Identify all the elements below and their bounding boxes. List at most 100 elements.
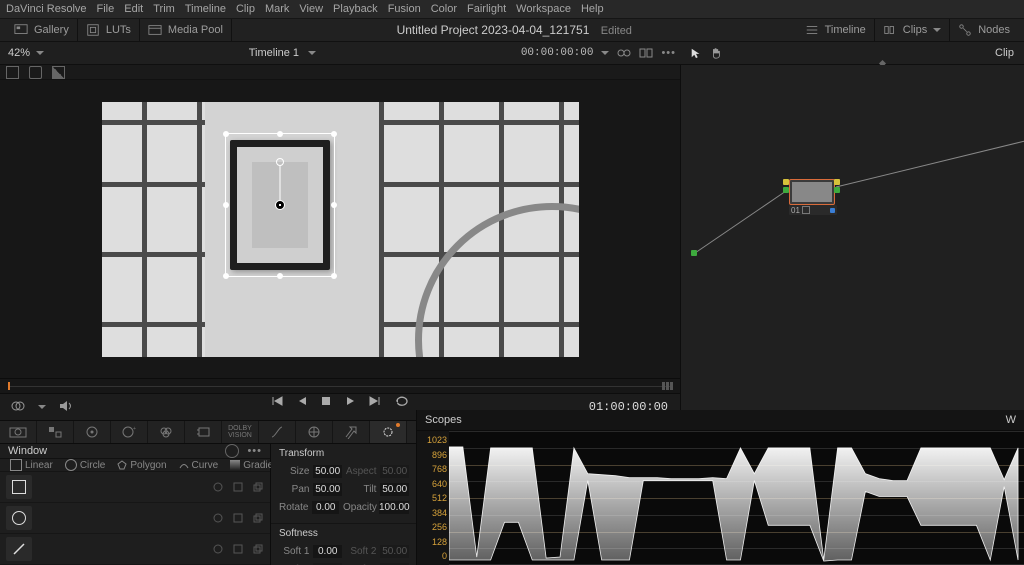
curves-icon[interactable]: [259, 421, 296, 443]
curve-shape-button[interactable]: Curve: [175, 460, 223, 471]
tilt-field[interactable]: 50.00: [380, 483, 409, 496]
menu-workspace[interactable]: Workspace: [516, 3, 571, 15]
menu-color[interactable]: Color: [431, 3, 457, 15]
node-out-alpha-connector[interactable]: [834, 179, 840, 185]
power-window-mask[interactable]: [225, 133, 335, 277]
node-number: 01: [791, 206, 800, 215]
shape-item-circle[interactable]: [0, 503, 270, 534]
color-wheels-icon[interactable]: [74, 421, 111, 443]
menu-trim[interactable]: Trim: [153, 3, 175, 15]
circle-shape-button[interactable]: Circle: [61, 459, 110, 471]
menu-view[interactable]: View: [299, 3, 323, 15]
chevron-down-icon[interactable]: [38, 405, 46, 409]
dolby-vision-icon[interactable]: DOLBYVISION: [222, 421, 259, 443]
qualifier-icon[interactable]: [333, 421, 370, 443]
pan-field[interactable]: 50.00: [313, 483, 342, 496]
shape-item-line[interactable]: [0, 534, 270, 565]
stop-icon[interactable]: [320, 395, 332, 410]
timeline-toggle-label: Timeline: [825, 24, 866, 36]
3d-off-icon[interactable]: [252, 512, 264, 524]
mask-off-icon[interactable]: [232, 512, 244, 524]
soft1-field[interactable]: 0.00: [313, 545, 342, 558]
menu-playback[interactable]: Playback: [333, 3, 378, 15]
split-view-icon[interactable]: [639, 46, 653, 60]
play-icon[interactable]: [344, 395, 356, 410]
menu-fusion[interactable]: Fusion: [388, 3, 421, 15]
invert-off-icon[interactable]: [212, 512, 224, 524]
highlight-icon[interactable]: [52, 66, 65, 79]
chevron-down-icon[interactable]: [933, 28, 941, 32]
playhead-icon[interactable]: [8, 382, 10, 390]
mediapool-button[interactable]: Media Pool: [140, 19, 232, 41]
scopes-mode-label[interactable]: W: [1006, 414, 1016, 426]
color-warper-icon[interactable]: [296, 421, 333, 443]
project-title: Untitled Project 2023-04-04_121751 Edite…: [232, 23, 797, 37]
options-icon[interactable]: •••: [247, 445, 262, 457]
node-editor[interactable]: 01: [681, 65, 1024, 413]
linear-shape-button[interactable]: Linear: [6, 459, 57, 471]
menu-app[interactable]: DaVinci Resolve: [6, 3, 87, 15]
menu-clip[interactable]: Clip: [236, 3, 255, 15]
timeline-toggle[interactable]: Timeline: [797, 19, 875, 41]
clip-label: Clip: [985, 47, 1024, 59]
shape-item-rect[interactable]: [0, 472, 270, 503]
audio-mute-icon[interactable]: [58, 398, 74, 417]
window-badge-icon: [802, 206, 810, 214]
polygon-shape-button[interactable]: Polygon: [113, 460, 170, 471]
reverse-play-icon[interactable]: [296, 395, 308, 410]
window-palette-icon[interactable]: [370, 421, 407, 443]
split-screen-icon[interactable]: [29, 66, 42, 79]
rgb-mixer-icon[interactable]: [148, 421, 185, 443]
node-out-connector[interactable]: [834, 187, 840, 193]
viewer[interactable]: [0, 80, 680, 378]
menu-edit[interactable]: Edit: [124, 3, 143, 15]
prev-clip-icon[interactable]: [270, 394, 284, 411]
line-icon: [12, 542, 26, 556]
menu-timeline[interactable]: Timeline: [185, 3, 226, 15]
color-settings-icon[interactable]: [10, 398, 26, 417]
opacity-field[interactable]: 100.00: [379, 501, 409, 514]
clips-toggle[interactable]: Clips: [875, 19, 950, 41]
hdr-wheels-icon[interactable]: +: [111, 421, 148, 443]
gallery-button[interactable]: Gallery: [6, 19, 78, 41]
zoom-dropdown[interactable]: 42%: [0, 47, 52, 59]
3d-off-icon[interactable]: [252, 481, 264, 493]
menu-file[interactable]: File: [97, 3, 115, 15]
color-node[interactable]: [789, 179, 835, 205]
mask-off-icon[interactable]: [232, 543, 244, 555]
invert-off-icon[interactable]: [212, 481, 224, 493]
loop-icon[interactable]: [394, 394, 410, 411]
next-clip-icon[interactable]: [368, 394, 382, 411]
rotate-field[interactable]: 0.00: [312, 501, 339, 514]
motion-effects-icon[interactable]: [185, 421, 222, 443]
node-in-connector[interactable]: [783, 187, 789, 193]
viewer-options-icon[interactable]: •••: [661, 47, 676, 59]
reset-icon[interactable]: [225, 444, 239, 458]
image-wipe-icon[interactable]: [6, 66, 19, 79]
hand-cursor-icon[interactable]: [710, 47, 722, 59]
camera-raw-icon[interactable]: [0, 421, 37, 443]
menu-fairlight[interactable]: Fairlight: [467, 3, 506, 15]
invert-off-icon[interactable]: [212, 543, 224, 555]
luts-button[interactable]: LUTs: [78, 19, 140, 41]
node-key-connector[interactable]: [830, 208, 835, 213]
scrub-bar[interactable]: [0, 378, 680, 393]
viewer-timecode[interactable]: 00:00:00:00: [521, 47, 594, 59]
scrub-zoom-icon[interactable]: [662, 381, 676, 391]
menu-help[interactable]: Help: [581, 3, 604, 15]
bypass-icon[interactable]: [617, 46, 631, 60]
color-match-icon[interactable]: [37, 421, 74, 443]
source-connector[interactable]: [691, 250, 697, 256]
size-field[interactable]: 50.00: [313, 465, 342, 478]
menu-mark[interactable]: Mark: [265, 3, 289, 15]
mediapool-label: Media Pool: [168, 24, 223, 36]
opacity-label: Opacity: [343, 502, 375, 513]
3d-off-icon[interactable]: [252, 543, 264, 555]
timeline-name[interactable]: Timeline 1: [52, 47, 513, 59]
node-in-alpha-connector[interactable]: [783, 179, 789, 185]
nodes-toggle[interactable]: Nodes: [950, 19, 1018, 41]
chevron-down-icon[interactable]: [601, 51, 609, 55]
arrow-cursor-icon[interactable]: [690, 47, 702, 59]
waveform-scope[interactable]: [449, 431, 1024, 565]
mask-off-icon[interactable]: [232, 481, 244, 493]
